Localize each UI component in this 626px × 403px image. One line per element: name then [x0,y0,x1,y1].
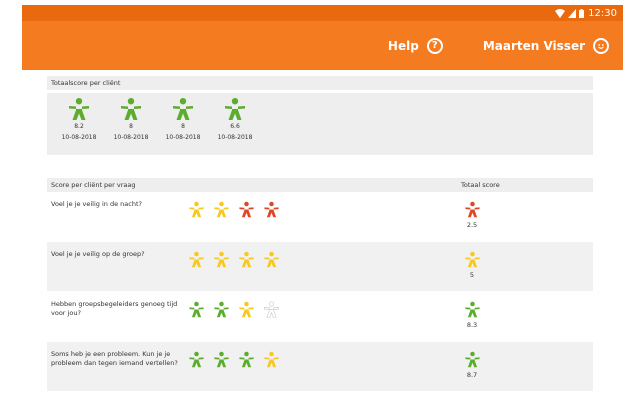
question-text: Hebben groepsbegeleiders genoeg tijd voo… [51,300,178,318]
empty-person-icon [264,301,279,318]
status-time: 12:30 [588,7,617,19]
client-score: 8 [129,123,133,130]
green-person-icon [239,351,254,368]
green-person-icon [69,98,89,120]
yellow-person-icon [239,251,254,268]
question-row[interactable]: Voel je je veilig op de groep? 5 [47,242,593,292]
client-card[interactable]: 8.2 10-08-2018 [53,97,105,155]
client-score: 8.2 [74,123,84,130]
question-list: Voel je je veilig in de nacht? 2.5 Voel je… [47,192,593,392]
red-person-icon [264,201,279,218]
client-card[interactable]: 6.6 10-08-2018 [209,97,261,155]
help-label: Help [387,38,419,53]
user-name: Maarten Visser [482,38,585,53]
question-total-value: 8.7 [466,371,478,379]
green-person-icon [189,301,204,318]
question-text: Voel je je veilig op de groep? [51,250,145,258]
answer-ratings [188,251,280,268]
yellow-person-icon [189,201,204,218]
yellow-person-icon [214,201,229,218]
question-total-value: 2.5 [466,221,478,229]
app-bar: Help ? Maarten Visser [22,21,623,70]
question-score-panel: Score per cliënt per vraag Totaal score … [47,178,593,392]
yellow-person-icon [464,251,480,268]
question-total-score: 8.3 [462,301,482,329]
answer-ratings [188,351,280,368]
question-total-value: 8.3 [466,321,478,329]
question-panel-header: Score per cliënt per vraag Totaal score [47,178,593,192]
question-text: Voel je je veilig in de nacht? [51,200,142,208]
signal-icon [568,8,577,18]
client-card[interactable]: 8 10-08-2018 [105,97,157,155]
app-screen: 12:30 Help ? Maarten Visser Totaalscore … [0,0,626,403]
client-score: 6.6 [230,123,240,130]
question-total-score: 5 [462,251,482,279]
client-score-date: 10-08-2018 [165,134,201,141]
green-person-icon [464,301,480,318]
client-score: 8 [181,123,185,130]
status-bar: 12:30 [22,5,623,21]
total-score-panel: Totaalscore per cliënt 8.2 10-08-2018 8 10-… [47,76,593,155]
client-cards: 8.2 10-08-2018 8 10-08-2018 8 10-08-2018 6.6 10… [47,93,593,155]
smiley-icon [593,37,609,54]
client-card[interactable]: 8 10-08-2018 [157,97,209,155]
question-total-score: 8.7 [462,351,482,379]
green-person-icon [464,351,480,368]
question-row[interactable]: Soms heb je een probleem. Kun je je prob… [47,342,593,392]
question-total-value: 5 [469,271,475,279]
yellow-person-icon [239,301,254,318]
client-score-date: 10-08-2018 [113,134,149,141]
green-person-icon [214,301,229,318]
battery-icon [579,8,585,18]
question-total-score: 2.5 [462,201,482,229]
green-person-icon [173,98,193,120]
yellow-person-icon [189,251,204,268]
answer-ratings [188,201,280,218]
green-person-icon [225,98,245,120]
green-person-icon [189,351,204,368]
yellow-person-icon [264,351,279,368]
yellow-person-icon [214,251,229,268]
help-icon: ? [426,37,443,54]
client-score-date: 10-08-2018 [61,134,97,141]
yellow-person-icon [264,251,279,268]
total-score-title: Totaalscore per cliënt [47,76,593,90]
question-text: Soms heb je een probleem. Kun je je prob… [51,350,178,368]
red-person-icon [464,201,480,218]
help-button[interactable]: Help ? [387,37,443,54]
question-row[interactable]: Voel je je veilig in de nacht? 2.5 [47,192,593,242]
client-score-date: 10-08-2018 [217,134,253,141]
green-person-icon [121,98,141,120]
total-score-column-header: Totaal score [461,181,500,189]
answer-ratings [188,301,280,318]
user-menu-button[interactable]: Maarten Visser [482,37,609,54]
wifi-icon [555,8,566,18]
red-person-icon [239,201,254,218]
question-panel-title: Score per cliënt per vraag [51,181,136,189]
question-row[interactable]: Hebben groepsbegeleiders genoeg tijd voo… [47,292,593,342]
green-person-icon [214,351,229,368]
